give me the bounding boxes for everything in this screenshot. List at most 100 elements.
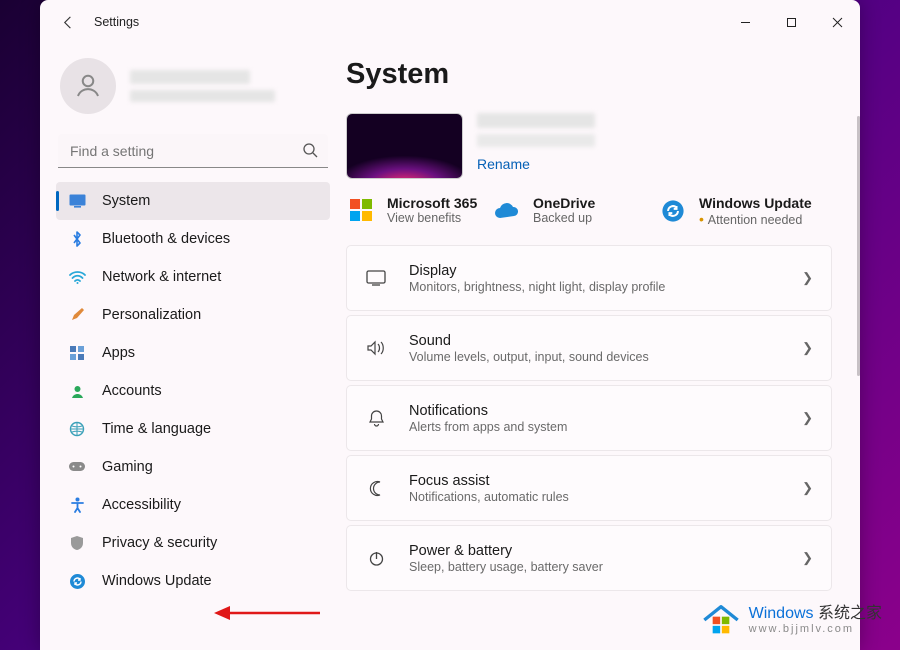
window-title: Settings <box>94 15 139 29</box>
person-icon <box>73 71 103 101</box>
titlebar: Settings <box>40 0 860 44</box>
sidebar-item-network[interactable]: Network & internet <box>56 258 330 296</box>
search-icon <box>302 142 318 163</box>
service-title: Windows Update <box>699 195 812 211</box>
minimize-button[interactable] <box>722 6 768 38</box>
apps-icon <box>68 344 86 362</box>
search-input[interactable] <box>58 134 328 168</box>
chevron-right-icon: ❯ <box>802 550 813 566</box>
service-onedrive[interactable]: OneDrive Backed up <box>492 195 634 225</box>
card-title: Power & battery <box>409 543 780 559</box>
watermark: Windows 系统之家 www.bjjmlv.com <box>697 596 886 644</box>
sidebar-item-label: Accounts <box>102 383 162 399</box>
sidebar-item-label: Privacy & security <box>102 535 217 551</box>
watermark-url: www.bjjmlv.com <box>749 623 882 635</box>
search-box[interactable] <box>58 134 328 168</box>
sidebar-item-gaming[interactable]: Gaming <box>56 448 330 486</box>
sidebar-item-accessibility[interactable]: Accessibility <box>56 486 330 524</box>
sidebar-item-label: Apps <box>102 345 135 361</box>
service-title: Microsoft 365 <box>387 195 477 211</box>
bluetooth-icon <box>68 230 86 248</box>
sidebar-item-label: Accessibility <box>102 497 181 513</box>
account-email-redacted <box>130 90 275 102</box>
sidebar-item-label: Network & internet <box>102 269 221 285</box>
chevron-right-icon: ❯ <box>802 410 813 426</box>
sidebar-item-accounts[interactable]: Accounts <box>56 372 330 410</box>
device-name-redacted <box>477 113 595 128</box>
microsoft365-icon <box>346 195 376 225</box>
sidebar-item-time-language[interactable]: Time & language <box>56 410 330 448</box>
back-button[interactable] <box>52 6 84 38</box>
minimize-icon <box>740 17 751 28</box>
accessibility-icon <box>68 496 86 514</box>
paintbrush-icon <box>68 306 86 324</box>
card-title: Focus assist <box>409 473 780 489</box>
maximize-icon <box>786 17 797 28</box>
sidebar-item-label: System <box>102 193 150 209</box>
display-icon <box>365 270 387 286</box>
settings-window: Settings <box>40 0 860 650</box>
sidebar-item-system[interactable]: System <box>56 182 330 220</box>
globe-clock-icon <box>68 420 86 438</box>
desktop-wallpaper-thumb[interactable] <box>346 113 463 179</box>
sound-icon <box>365 340 387 356</box>
service-windows-update[interactable]: Windows Update Attention needed <box>658 195 822 227</box>
arrow-left-icon <box>61 15 76 30</box>
account-text <box>130 70 275 102</box>
account-block[interactable] <box>56 48 330 130</box>
power-icon <box>365 550 387 567</box>
card-sub: Monitors, brightness, night light, displ… <box>409 280 780 294</box>
sidebar-item-privacy[interactable]: Privacy & security <box>56 524 330 562</box>
avatar <box>60 58 116 114</box>
card-power-battery[interactable]: Power & battery Sleep, battery usage, ba… <box>346 525 832 591</box>
service-title: OneDrive <box>533 195 595 211</box>
account-name-redacted <box>130 70 250 84</box>
card-focus-assist[interactable]: Focus assist Notifications, automatic ru… <box>346 455 832 521</box>
card-title: Sound <box>409 333 780 349</box>
sidebar-item-label: Bluetooth & devices <box>102 231 230 247</box>
card-sound[interactable]: Sound Volume levels, output, input, soun… <box>346 315 832 381</box>
card-sub: Notifications, automatic rules <box>409 490 780 504</box>
rename-link[interactable]: Rename <box>477 156 595 172</box>
sidebar-item-bluetooth[interactable]: Bluetooth & devices <box>56 220 330 258</box>
sidebar: System Bluetooth & devices Network & int… <box>40 44 346 650</box>
card-sub: Sleep, battery usage, battery saver <box>409 560 780 574</box>
close-icon <box>832 17 843 28</box>
card-sub: Volume levels, output, input, sound devi… <box>409 350 780 364</box>
chevron-right-icon: ❯ <box>802 480 813 496</box>
nav-list: System Bluetooth & devices Network & int… <box>56 182 330 600</box>
windows-house-icon <box>701 600 741 640</box>
watermark-brand: Windows <box>749 605 814 622</box>
onedrive-icon <box>492 195 522 225</box>
card-display[interactable]: Display Monitors, brightness, night ligh… <box>346 245 832 311</box>
update-circle-icon <box>658 196 688 226</box>
card-notifications[interactable]: Notifications Alerts from apps and syste… <box>346 385 832 451</box>
service-sub: View benefits <box>387 211 477 225</box>
sidebar-item-apps[interactable]: Apps <box>56 334 330 372</box>
chevron-right-icon: ❯ <box>802 340 813 356</box>
sidebar-item-label: Personalization <box>102 307 201 323</box>
card-title: Display <box>409 263 780 279</box>
sidebar-item-label: Windows Update <box>102 573 212 589</box>
accounts-icon <box>68 382 86 400</box>
watermark-cn: 系统之家 <box>818 605 882 622</box>
maximize-button[interactable] <box>768 6 814 38</box>
chevron-right-icon: ❯ <box>802 270 813 286</box>
close-button[interactable] <box>814 6 860 38</box>
service-sub: Attention needed <box>699 211 812 227</box>
sidebar-item-windows-update[interactable]: Windows Update <box>56 562 330 600</box>
settings-cards: Display Monitors, brightness, night ligh… <box>346 245 832 591</box>
sidebar-item-personalization[interactable]: Personalization <box>56 296 330 334</box>
moon-icon <box>365 480 387 497</box>
scrollbar-thumb[interactable] <box>857 116 860 376</box>
device-model-redacted <box>477 134 595 147</box>
service-microsoft365[interactable]: Microsoft 365 View benefits <box>346 195 488 225</box>
bell-icon <box>365 409 387 427</box>
service-sub: Backed up <box>533 211 595 225</box>
device-summary: Rename <box>346 113 832 179</box>
window-controls <box>722 6 860 38</box>
sidebar-item-label: Time & language <box>102 421 211 437</box>
page-heading: System <box>346 58 832 91</box>
system-icon <box>68 192 86 210</box>
service-row: Microsoft 365 View benefits OneDrive Bac… <box>346 195 832 227</box>
